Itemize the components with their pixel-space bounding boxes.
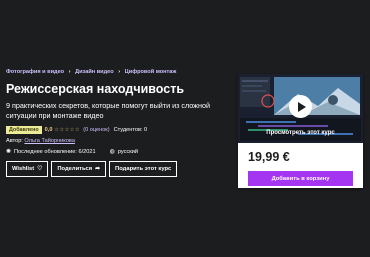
rating-value: 0,0 [44,127,53,133]
heart-icon: ♡ [37,166,43,172]
breadcrumb-item-photo-video[interactable]: Фотография и видео [6,69,64,75]
gift-label: Подарить этот курс [115,166,172,172]
author-row: Автор: Ольга Тайорникова [6,138,75,144]
share-label: Поделиться [57,166,93,172]
breadcrumb-separator: › [68,69,71,75]
students-count: Студентов: 0 [113,127,148,133]
course-preview[interactable]: Просмотреть этот курс [238,74,363,143]
status-badge: Добавлено [6,126,42,134]
info-row: ✺ Последнее обновление: 6/2021 ◍ русский [6,148,138,156]
share-arrow-icon: ➦ [95,166,101,172]
wishlist-label: Wishlist [12,166,35,172]
last-updated: Последнее обновление: 6/2021 [14,148,96,155]
breadcrumb: Фотография и видео › Дизайн видео › Цифр… [6,69,176,75]
purchase-card: Просмотреть этот курс 19,99 € Добавить в… [238,74,363,188]
course-language: русский [117,148,138,155]
course-title: Режиссерская находчивость [6,82,185,96]
breadcrumb-item-digital-editing[interactable]: Цифровой монтаж [125,69,177,75]
rating-row: Добавлено 0,0 ☆☆☆☆☆ (0 оценок) Студентов… [6,126,147,134]
breadcrumb-separator: › [118,69,121,75]
breadcrumb-item-video-design[interactable]: Дизайн видео [75,69,114,75]
rating-count-link[interactable]: (0 оценок) [83,127,109,133]
wishlist-button[interactable]: Wishlist ♡ [6,161,49,177]
course-subtitle: 9 практических секретов, которые помогут… [6,101,210,120]
gift-course-button[interactable]: Подарить этот курс [109,161,178,177]
share-button[interactable]: Поделиться ➦ [51,161,107,177]
alert-badge-icon: ✺ [6,149,12,155]
preview-label: Просмотреть этот курс [266,130,335,136]
star-rating-icon: ☆☆☆☆☆ [54,127,81,133]
action-buttons: Wishlist ♡ Поделиться ➦ Подарить этот ку… [6,161,178,177]
globe-icon: ◍ [109,149,115,155]
course-price: 19,99 € [248,150,290,164]
add-to-cart-button[interactable]: Добавить в корзину [248,171,353,186]
author-link[interactable]: Ольга Тайорникова [24,138,75,144]
author-label: Автор: [6,138,23,144]
play-button-icon[interactable] [289,95,312,118]
